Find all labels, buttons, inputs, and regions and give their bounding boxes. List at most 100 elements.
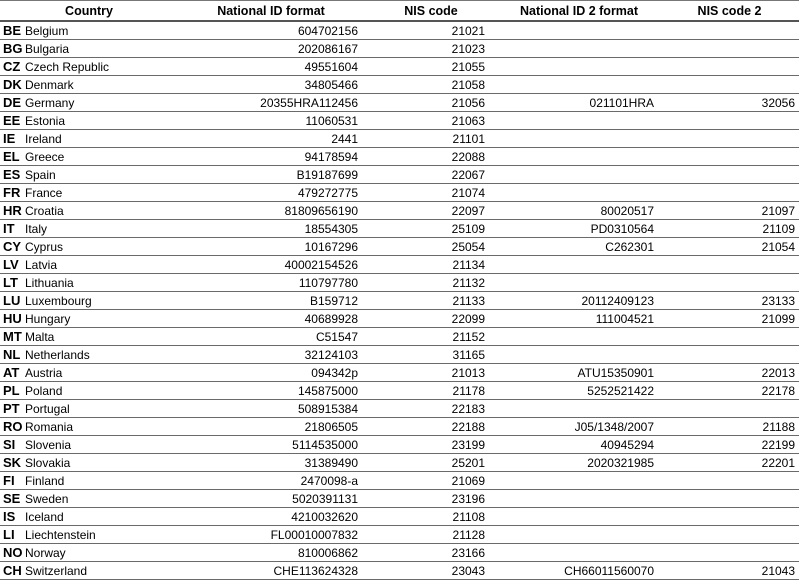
country-name: France <box>23 183 179 202</box>
nis-code-2 <box>660 21 800 40</box>
nis-code: 25054 <box>364 237 499 256</box>
national-id-2 <box>498 471 661 490</box>
table-row: BE Belgium 604702156 21021 <box>0 21 800 40</box>
national-id: FL00010007832 <box>178 525 365 544</box>
country-name: Switzerland <box>23 561 179 580</box>
table-row: CZ Czech Republic 49551604 21055 <box>0 57 800 76</box>
table-row: FI Finland 2470098-a 21069 <box>0 471 800 490</box>
table-row: PT Portugal 508915384 22183 <box>0 399 800 418</box>
country-name: Belgium <box>23 21 179 40</box>
table-row: HU Hungary 40689928 22099 111004521 21099 <box>0 309 800 328</box>
country-name: Sweden <box>23 489 179 508</box>
nis-code-2: 22201 <box>660 453 800 472</box>
nis-code: 23043 <box>364 561 499 580</box>
country-name: Lithuania <box>23 273 179 292</box>
national-id: 94178594 <box>178 147 365 166</box>
national-id: 34805466 <box>178 75 365 94</box>
table-body: BE Belgium 604702156 21021 BG Bulgaria 2020861… <box>0 21 800 580</box>
table-row: IS Iceland 4210032620 21108 <box>0 507 800 526</box>
nis-code: 22188 <box>364 417 499 436</box>
national-id: 2441 <box>178 129 365 148</box>
country-code: LI <box>0 525 23 544</box>
national-id: 110797780 <box>178 273 365 292</box>
nis-code-2: 23133 <box>660 291 800 310</box>
national-id-2: 5252521422 <box>498 381 661 400</box>
country-code: PL <box>0 381 23 400</box>
national-id-2 <box>498 57 661 76</box>
table-row: CY Cyprus 10167296 25054 C262301 21054 <box>0 237 800 256</box>
table-row: ES Spain B19187699 22067 <box>0 165 800 184</box>
nis-code: 23196 <box>364 489 499 508</box>
nis-code: 21132 <box>364 273 499 292</box>
national-id-2 <box>498 255 661 274</box>
country-name: Norway <box>23 543 179 562</box>
national-id-2: PD0310564 <box>498 219 661 238</box>
country-name: Portugal <box>23 399 179 418</box>
nis-code: 21074 <box>364 183 499 202</box>
country-name: Czech Republic <box>23 57 179 76</box>
country-name: Liechtenstein <box>23 525 179 544</box>
country-name: Croatia <box>23 201 179 220</box>
country-name: Slovakia <box>23 453 179 472</box>
country-code: BE <box>0 21 23 40</box>
country-name: Poland <box>23 381 179 400</box>
nis-code: 21133 <box>364 291 499 310</box>
table-row: HR Croatia 81809656190 22097 80020517 21097 <box>0 201 800 220</box>
nis-code-2: 21188 <box>660 417 800 436</box>
national-id-2: ATU15350901 <box>498 363 661 382</box>
nis-code-2: 32056 <box>660 93 800 112</box>
nis-code: 21023 <box>364 39 499 58</box>
nis-code-2 <box>660 471 800 490</box>
national-id-2 <box>498 111 661 130</box>
country-code: CH <box>0 561 23 580</box>
country-code: FR <box>0 183 23 202</box>
country-code: IT <box>0 219 23 238</box>
nis-code-2 <box>660 39 800 58</box>
national-id-2: CH66011560070 <box>498 561 661 580</box>
table-row: IT Italy 18554305 25109 PD0310564 21109 <box>0 219 800 238</box>
nis-code-2 <box>660 147 800 166</box>
country-name: Iceland <box>23 507 179 526</box>
header-nis-code-2: NIS code 2 <box>660 0 800 22</box>
national-id: 810006862 <box>178 543 365 562</box>
national-id: 40002154526 <box>178 255 365 274</box>
nis-code-2 <box>660 273 800 292</box>
national-id-2 <box>498 345 661 364</box>
national-id-2: 20112409123 <box>498 291 661 310</box>
country-code: DE <box>0 93 23 112</box>
nis-code-2: 21099 <box>660 309 800 328</box>
national-id-2 <box>498 39 661 58</box>
national-id-2 <box>498 75 661 94</box>
national-id: B159712 <box>178 291 365 310</box>
national-id-2 <box>498 327 661 346</box>
nis-code-2 <box>660 183 800 202</box>
country-code: IS <box>0 507 23 526</box>
nis-code: 21178 <box>364 381 499 400</box>
national-id: 145875000 <box>178 381 365 400</box>
nis-code-2: 21097 <box>660 201 800 220</box>
table-row: DK Denmark 34805466 21058 <box>0 75 800 94</box>
nis-code-2 <box>660 525 800 544</box>
header-nis-code: NIS code <box>364 0 499 22</box>
country-code: LV <box>0 255 23 274</box>
national-id: 81809656190 <box>178 201 365 220</box>
nis-code: 21152 <box>364 327 499 346</box>
country-code: SI <box>0 435 23 454</box>
country-code: EL <box>0 147 23 166</box>
table-row: FR France 479272775 21074 <box>0 183 800 202</box>
country-code: IE <box>0 129 23 148</box>
table-row: EL Greece 94178594 22088 <box>0 147 800 166</box>
country-name: Estonia <box>23 111 179 130</box>
national-id: 4210032620 <box>178 507 365 526</box>
nis-code-2 <box>660 345 800 364</box>
country-code: CY <box>0 237 23 256</box>
country-code: RO <box>0 417 23 436</box>
table-row: SE Sweden 5020391131 23196 <box>0 489 800 508</box>
national-id-2 <box>498 273 661 292</box>
nis-code: 21128 <box>364 525 499 544</box>
national-id: 5114535000 <box>178 435 365 454</box>
nis-code-2: 22013 <box>660 363 800 382</box>
nis-code: 22183 <box>364 399 499 418</box>
country-code: CZ <box>0 57 23 76</box>
nis-code-2 <box>660 165 800 184</box>
